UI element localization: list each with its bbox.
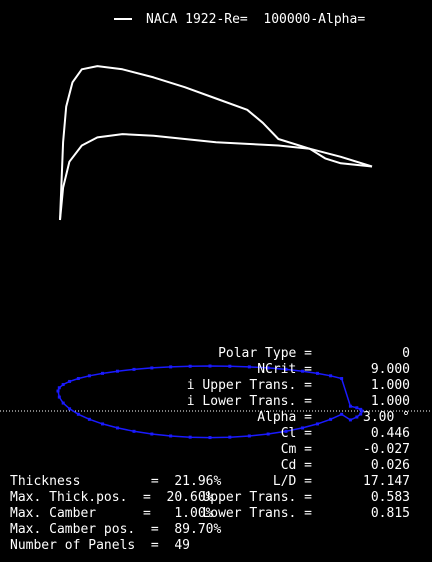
panel-node <box>61 401 65 405</box>
panel-node <box>87 417 91 421</box>
cm-value: -0.027 <box>363 442 410 457</box>
cl-label: Cl = <box>280 426 312 441</box>
panel-node <box>56 389 60 393</box>
panel-node <box>68 379 72 383</box>
alpha-label: Alpha = <box>257 410 312 425</box>
polar-plot-panel[interactable]: NACA 1922-Re= 100000-Alpha= <box>10 10 424 272</box>
ld-value: 17.147 <box>363 474 410 489</box>
panel-node <box>101 422 105 426</box>
cl-value: 0.446 <box>370 426 410 441</box>
panel-node <box>87 374 91 378</box>
legend-label: NACA 1922-Re= 100000-Alpha= <box>146 12 366 27</box>
max-camber-stat: Max. Camber = 1.00% <box>10 506 214 521</box>
panels-stat: Number of Panels = 49 <box>10 538 191 553</box>
panel-node <box>76 412 80 416</box>
lower-trans-pos-value: 0.815 <box>370 506 410 521</box>
lower-trans-value: 1.000 <box>370 394 410 409</box>
max-camber-pos-stat: Max. Camber pos. = 89.70% <box>10 522 222 537</box>
upper-trans-pos-value: 0.583 <box>370 490 410 505</box>
upper-trans-value: 1.000 <box>370 378 410 393</box>
panel-node <box>101 371 105 375</box>
lower-trans-label: i Lower Trans. = <box>186 394 312 409</box>
panel-node <box>61 383 65 387</box>
ncrit-label: NCrit = <box>257 362 312 377</box>
panel-node <box>57 386 61 390</box>
polar-type-value: 0 <box>402 346 410 361</box>
panel-node <box>68 407 72 411</box>
panel-node <box>76 377 80 381</box>
upper-trans-label: i Upper Trans. = <box>186 378 312 393</box>
panel-node <box>315 371 319 375</box>
cd-value: 0.026 <box>370 458 410 473</box>
max-thick-pos-stat: Max. Thick.pos. = 20.60% <box>10 490 214 505</box>
panel-node <box>115 369 119 373</box>
curve-series-2 <box>59 133 373 221</box>
alpha-value: 3.00 ° <box>363 410 410 425</box>
cd-label: Cd = <box>280 458 312 473</box>
ncrit-value: 9.000 <box>370 362 410 377</box>
polar-type-label: Polar Type = <box>218 346 312 361</box>
panel-node <box>315 422 319 426</box>
cm-label: Cm = <box>280 442 312 457</box>
panel-node <box>132 429 136 433</box>
cp-curve-chart <box>59 18 373 221</box>
panel-node <box>57 395 61 399</box>
panel-node <box>132 367 136 371</box>
panel-node <box>115 426 119 430</box>
airfoil-view[interactable]: Polar Type = 0 NCrit = 9.000 i Upper Tra… <box>0 280 432 562</box>
thickness-stat: Thickness = 21.96% <box>10 474 222 489</box>
